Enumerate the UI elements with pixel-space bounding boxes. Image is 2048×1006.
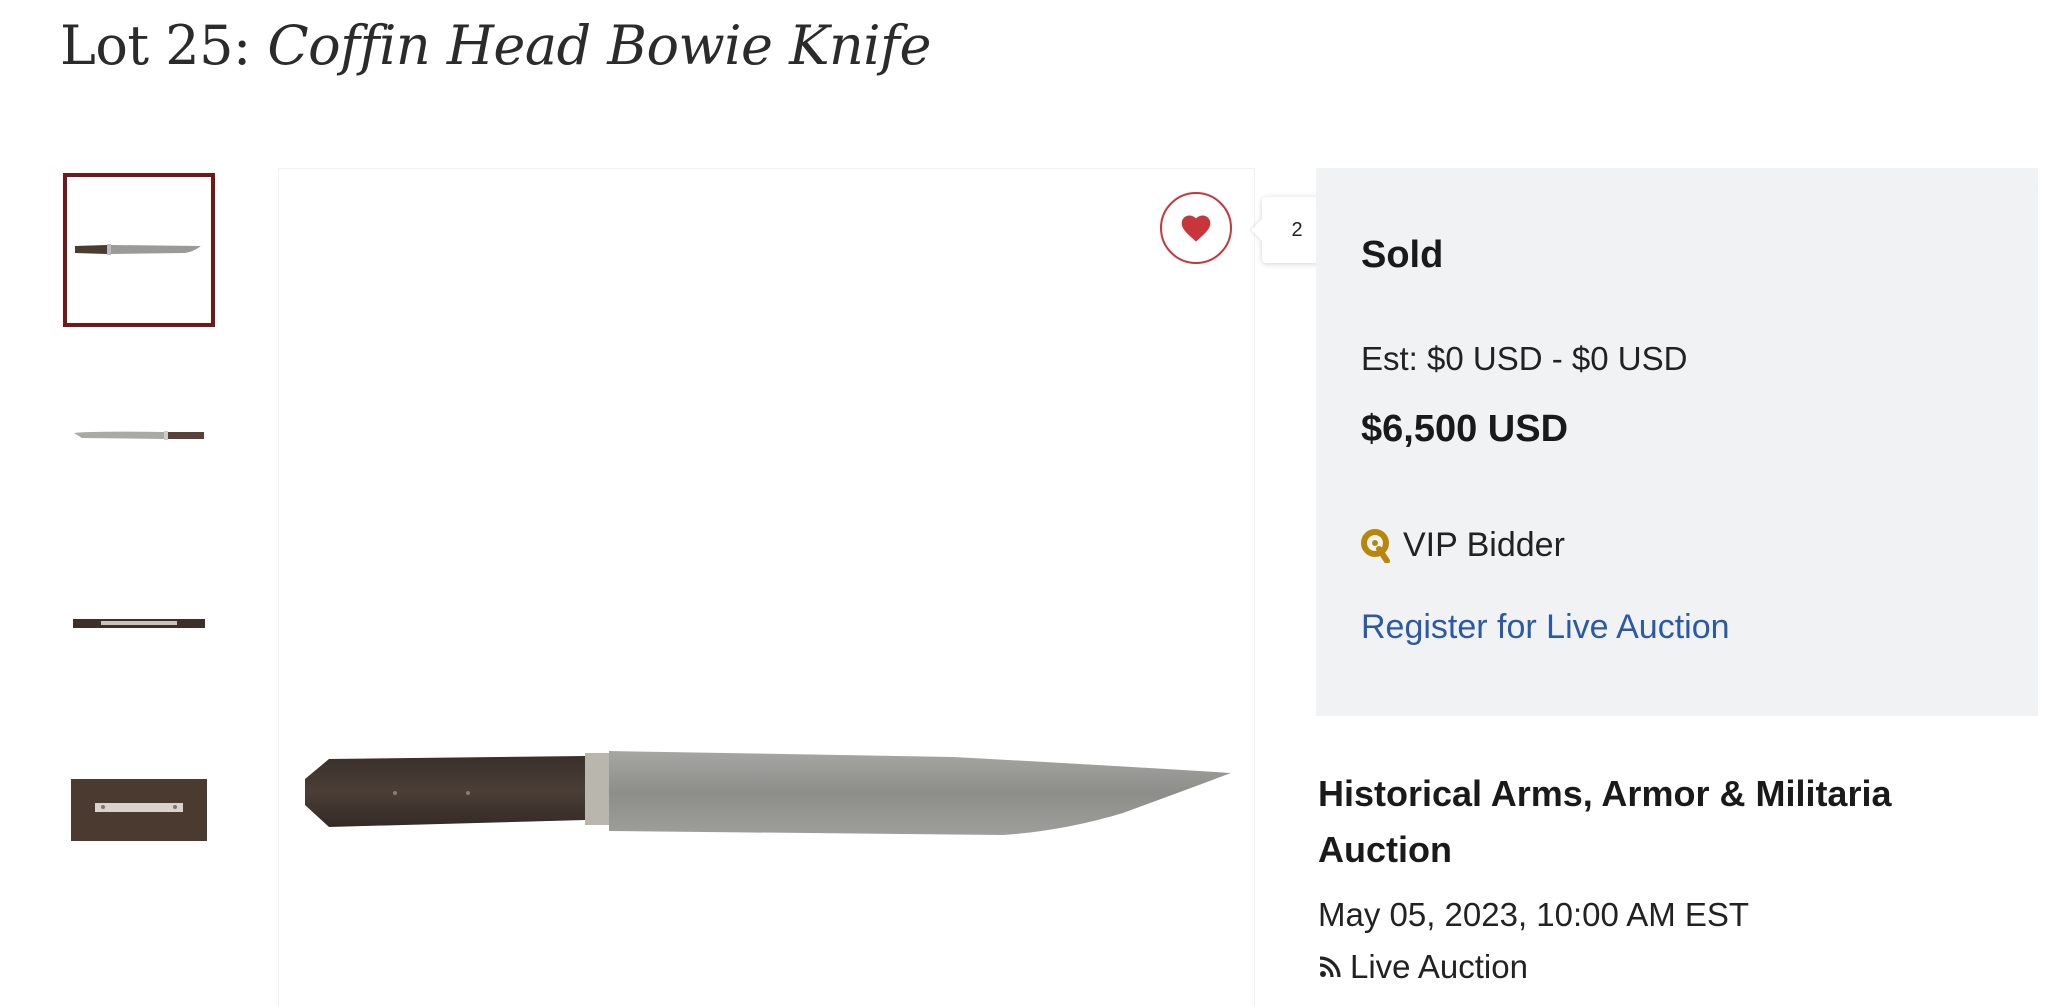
thumbnail-1[interactable]: [63, 173, 215, 327]
thumbnail-2[interactable]: [63, 358, 215, 512]
lot-name: Coffin Head Bowie Knife: [267, 14, 931, 77]
knife-thumbnail-icon: [75, 244, 201, 255]
main-image-panel[interactable]: [278, 168, 1255, 1006]
thumbnail-4[interactable]: [63, 733, 215, 887]
vip-bidder-row: VIP Bidder: [1361, 526, 1565, 565]
lot-number: Lot 25:: [60, 14, 268, 77]
sold-price: $6,500 USD: [1361, 408, 1569, 450]
bid-status-panel: Sold Est: $0 USD - $0 USD $6,500 USD VIP…: [1316, 168, 2038, 716]
auction-type-label: Live Auction: [1350, 948, 1528, 985]
favorite-button[interactable]: [1160, 192, 1232, 264]
vip-badge-icon: [1361, 528, 1390, 563]
register-live-auction-link[interactable]: Register for Live Auction: [1361, 608, 1730, 647]
vip-bidder-label: VIP Bidder: [1403, 526, 1565, 564]
rss-icon: [1319, 956, 1341, 978]
lot-title: Lot 25: Coffin Head Bowie Knife: [60, 14, 931, 77]
sold-label: Sold: [1361, 234, 1444, 276]
estimate-text: Est: $0 USD - $0 USD: [1361, 340, 1688, 377]
knife-thumbnail-icon: [74, 431, 204, 440]
auction-name[interactable]: Historical Arms, Armor & Militaria Aucti…: [1318, 766, 2018, 878]
thumbnail-3[interactable]: [63, 546, 215, 700]
heart-icon: [1181, 215, 1211, 242]
knife-thumbnail-icon: [71, 779, 207, 841]
auction-type: Live Auction: [1318, 948, 1528, 986]
bowie-knife-image: [305, 751, 1231, 835]
auction-date: May 05, 2023, 10:00 AM EST: [1318, 896, 1750, 933]
knife-thumbnail-icon: [73, 619, 205, 628]
